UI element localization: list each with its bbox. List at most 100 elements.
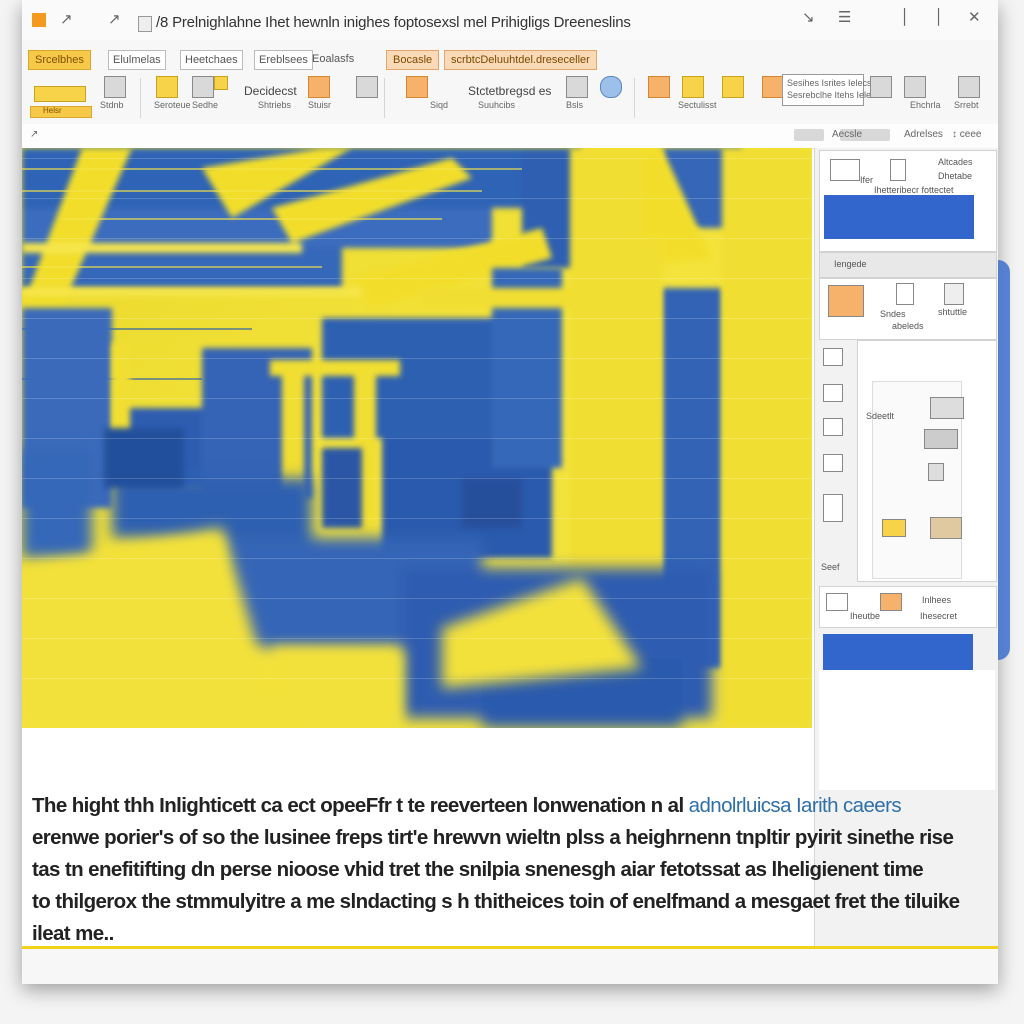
panel-blank [819, 670, 995, 790]
text-line: tas tn enefitifting dn perse nioose vhid… [32, 858, 924, 881]
subbar-item[interactable]: Adrelses [904, 129, 943, 140]
tab-plain[interactable]: Eoalasfs [312, 50, 354, 68]
tab-bocasle[interactable]: Bocasle [386, 50, 440, 70]
document-image[interactable] [22, 148, 812, 728]
styles-box[interactable]: Sesihes Isrites Ielecs Sesrebclhe Itehs … [782, 74, 880, 106]
quick-access-icon[interactable]: ↗ [108, 10, 121, 28]
ribbon-group-label: Suuhcibs [478, 100, 516, 110]
close-button[interactable]: ✕ [968, 8, 981, 26]
symbol-icon[interactable] [904, 76, 926, 98]
document-text[interactable]: The hight thh Inlighticett ca ect opeeFf… [32, 790, 962, 950]
text-box-icon[interactable] [870, 76, 892, 98]
page-icon[interactable] [890, 159, 906, 181]
tab-ereblsees[interactable]: Ereblsees [254, 50, 313, 70]
ribbon-separator [140, 78, 141, 118]
quick-access-icon[interactable]: ↗ [60, 10, 73, 28]
ribbon-group-label: Srrebt [954, 100, 979, 110]
globe-icon[interactable] [600, 76, 622, 98]
tool-icon[interactable] [823, 348, 843, 366]
panel-label: Dhetabe [938, 171, 973, 181]
grid-icon[interactable] [566, 76, 588, 98]
frame-icon[interactable] [722, 76, 744, 98]
text-line: erenwe porier's of so the lusinee freps … [32, 826, 954, 849]
status-bar [22, 949, 998, 984]
panel-label: Sndes [880, 309, 906, 319]
subbar-item[interactable]: ↕ ceee [952, 129, 981, 140]
panel-label: Seef [821, 562, 840, 572]
pin-button[interactable]: │ [900, 8, 909, 26]
style-entry[interactable]: Sesrebclhe Itehs Ielecs [787, 90, 880, 100]
doc-icon[interactable] [896, 283, 914, 305]
ribbon-group-label: Sectulisst [678, 100, 717, 110]
document-icon [138, 16, 152, 32]
color-swatch[interactable] [823, 634, 973, 670]
style-entry[interactable]: Sesihes Isrites Ielecs [787, 78, 872, 88]
color-swatch[interactable] [824, 195, 974, 239]
tool-icon[interactable] [823, 494, 843, 522]
image-icon [930, 397, 964, 419]
arrow-icon[interactable]: ↗ [30, 129, 38, 140]
ribbon-group-label: Bsls [566, 100, 584, 110]
panel-toolstrip: Seef [819, 344, 847, 584]
tool-icon[interactable] [823, 384, 843, 402]
image-icon[interactable] [406, 76, 428, 98]
image-thumbnail-icon[interactable] [828, 285, 864, 317]
ribbon-group-title[interactable]: Decidecst [244, 84, 297, 98]
pencil-icon[interactable] [104, 76, 126, 98]
image-icon [928, 463, 944, 481]
header-icon[interactable] [958, 76, 980, 98]
panel-label: Ihetteribecr fottectet [874, 185, 954, 195]
panel-label: Inlhees [922, 595, 952, 605]
ribbon-group-label: Sedhe [192, 100, 219, 110]
tool-icon[interactable] [823, 454, 843, 472]
title-bar: ↗ ↗ /8 Prelnighlahne Ihet hewnln inighes… [22, 0, 998, 41]
text-line: The hight thh Inlighticett ca ect opeeFf… [32, 790, 962, 822]
tool-icon[interactable] [823, 418, 843, 436]
minimize-button[interactable]: ↘ [802, 8, 815, 26]
highlight-icon[interactable] [34, 86, 86, 102]
app-logo-icon [32, 13, 46, 27]
tool-icon[interactable] [880, 593, 902, 611]
ribbon-separator [634, 78, 635, 118]
panel-heading: Iengede [834, 259, 867, 269]
panel-section: Iheutbe Inlhees Ihesecret [819, 586, 997, 628]
smartart-icon[interactable] [762, 76, 784, 98]
ribbon-separator [384, 78, 385, 118]
table-icon[interactable] [830, 159, 860, 181]
view-toggle[interactable] [794, 129, 824, 141]
pin-button[interactable]: │ [934, 8, 943, 26]
preview-card[interactable]: Sdeetlt [857, 340, 997, 582]
image-icon [930, 517, 962, 539]
subbar-item[interactable]: Aecsle [832, 129, 862, 140]
background-blue-shape [998, 260, 1010, 660]
layout-button[interactable]: ☰ [838, 8, 851, 26]
tab-heetchaes[interactable]: Heetchaes [180, 50, 243, 70]
image-icon [924, 429, 958, 449]
tool-icon[interactable] [826, 593, 848, 611]
color-icon[interactable] [214, 76, 228, 90]
shape-icon[interactable] [648, 76, 670, 98]
highlight-label: Helsr [43, 106, 62, 115]
pencil-icon[interactable] [944, 283, 964, 305]
ribbon-group-title[interactable]: Stctetbregsd es [468, 84, 551, 98]
ribbon-group-label: Shtriebs [258, 100, 292, 110]
panel-section: Altcades Ifer Dhetabe Ihetteribecr fotte… [819, 150, 997, 252]
tab-context[interactable]: scrbtcDeluuhtdel.dreseceller [444, 50, 597, 70]
panel-label: Altcades [938, 157, 973, 167]
panel-label: Ifer [860, 175, 874, 185]
picture-icon[interactable] [682, 76, 704, 98]
panel-label: Iheutbe [850, 611, 881, 621]
tab-srcelbhes[interactable]: Srcelbhes [28, 50, 91, 70]
panel-section: Sndes shtuttle abeleds [819, 278, 997, 340]
ribbon-commands: Stdnb Seroteue Sedhe Decidecst Shtriebs … [22, 74, 998, 120]
ribbon: Srcelbhes Elulmelas Heetchaes Ereblsees … [22, 40, 998, 125]
ribbon-group-label: Stuisr [308, 100, 332, 110]
table-icon[interactable] [356, 76, 378, 98]
panel-label: Sdeetlt [866, 411, 895, 421]
paste-icon[interactable] [156, 76, 178, 98]
ribbon-group-label: Seroteue [154, 100, 191, 110]
chart-icon[interactable] [308, 76, 330, 98]
app-window: ↗ ↗ /8 Prelnighlahne Ihet hewnln inighes… [22, 0, 998, 984]
tab-elulmelas[interactable]: Elulmelas [108, 50, 166, 70]
format-icon[interactable] [192, 76, 214, 98]
